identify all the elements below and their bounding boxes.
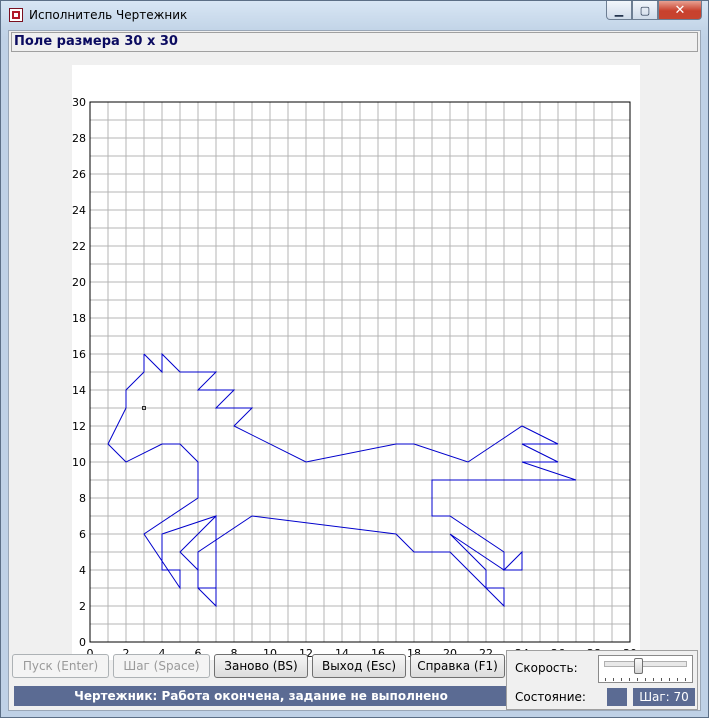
state-label: Состояние: [515,690,586,704]
slider-tick [637,678,638,681]
status-message: Чертежник: Работа окончена, задание не в… [14,686,508,706]
exit-button[interactable]: Выход (Esc) [312,654,406,678]
y-tick-label: 2 [79,600,86,613]
title-bar[interactable]: Исполнитель Чертежник ▁ ▢ ✕ [1,1,708,29]
client-area: Поле размера 30 x 30 0 2 4 6 8 10 12 14 16 18 20 22… [8,30,701,711]
slider-tick [621,678,622,681]
speed-slider[interactable] [598,655,693,683]
slider-tick [669,678,670,681]
state-indicator [607,688,627,706]
close-button[interactable]: ✕ [658,1,702,20]
y-tick-label: 14 [72,384,86,397]
restart-button[interactable]: Заново (BS) [214,654,308,678]
help-button[interactable]: Справка (F1) [410,654,505,678]
y-tick-label: 20 [72,276,86,289]
y-tick-label: 10 [72,456,86,469]
slider-tick [653,678,654,681]
y-tick-label: 16 [72,348,86,361]
y-tick-label: 4 [79,564,86,577]
slider-tick [685,678,686,681]
slider-tick [677,678,678,681]
y-tick-label: 8 [79,492,86,505]
close-icon: ✕ [674,2,686,18]
drawing-field: 0246810121416182022242628300246810121416… [9,65,701,665]
step-button[interactable]: Шаг (Space) [113,654,210,678]
field-size-label: Поле размера 30 x 30 [11,32,698,52]
app-window: Исполнитель Чертежник ▁ ▢ ✕ Поле размера… [0,0,709,718]
y-tick-label: 30 [72,96,86,109]
slider-thumb[interactable] [633,658,643,674]
slider-tick [605,678,606,681]
window-title: Исполнитель Чертежник [29,8,188,22]
window-controls: ▁ ▢ ✕ [606,1,702,21]
y-tick-label: 28 [72,132,86,145]
slider-tick [613,678,614,681]
y-tick-label: 12 [72,420,86,433]
slider-ticks [605,678,687,682]
control-panel: Скорость: Состояние: Шаг: 70 [506,650,698,710]
run-button[interactable]: Пуск (Enter) [12,654,109,678]
minimize-icon: ▁ [614,3,624,17]
app-icon [9,8,23,22]
slider-tick [629,678,630,681]
minimize-button[interactable]: ▁ [606,1,632,20]
y-tick-label: 24 [72,204,86,217]
maximize-button[interactable]: ▢ [632,1,658,20]
slider-tick [661,678,662,681]
y-tick-label: 26 [72,168,86,181]
y-tick-label: 22 [72,240,86,253]
drawing-canvas: 0246810121416182022242628300246810121416… [72,65,640,660]
speed-label: Скорость: [515,661,578,675]
y-tick-label: 0 [79,636,86,649]
plot-background [72,65,640,660]
maximize-icon: ▢ [639,3,651,17]
slider-track [604,661,687,667]
y-tick-label: 18 [72,312,86,325]
step-counter: Шаг: 70 [633,688,695,706]
slider-tick [645,678,646,681]
y-tick-label: 6 [79,528,86,541]
